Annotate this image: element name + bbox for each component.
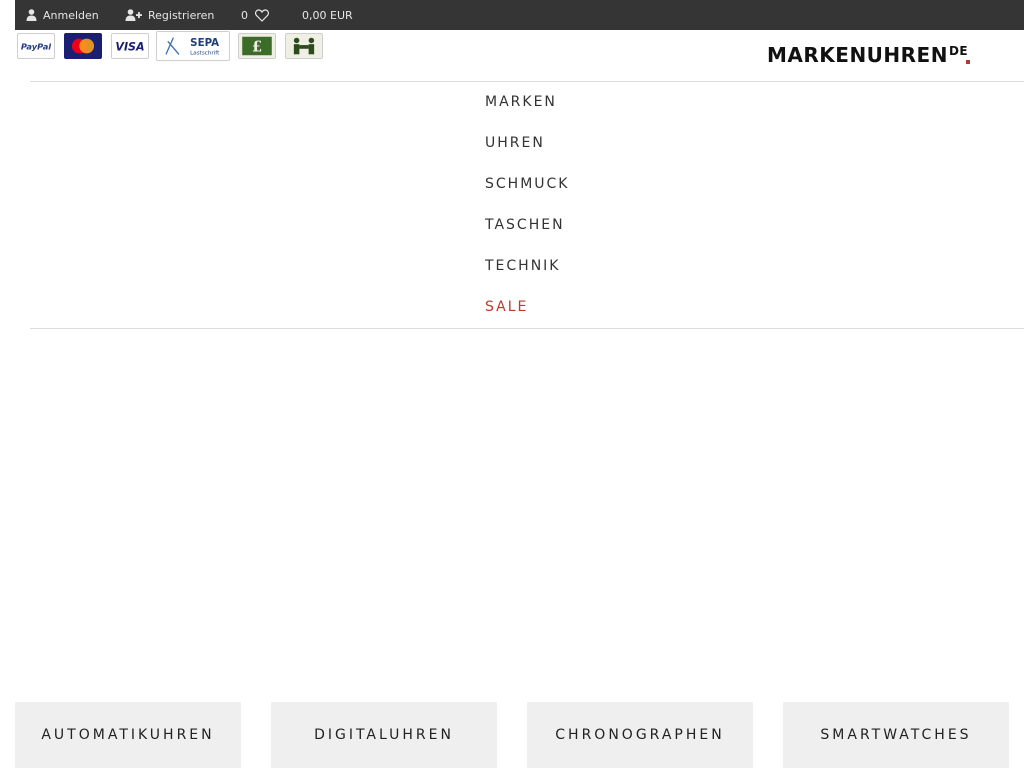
heart-icon xyxy=(255,8,269,22)
paypal-badge: PayPal xyxy=(17,33,55,59)
register-link[interactable]: Registrieren xyxy=(125,0,214,30)
main-menu: MARKEN UHREN SCHMUCK TASCHEN TECHNIK SAL… xyxy=(485,82,569,328)
menu-item-taschen[interactable]: TASCHEN xyxy=(485,205,569,246)
user-icon xyxy=(26,9,37,21)
user-plus-icon xyxy=(125,9,142,21)
category-tile-automatikuhren[interactable]: AUTOMATIKUHREN xyxy=(15,702,241,768)
sepa-label: SEPA xyxy=(190,37,219,49)
wishlist-link[interactable]: 0 xyxy=(241,0,269,30)
register-label: Registrieren xyxy=(148,8,215,22)
menu-item-technik[interactable]: TECHNIK xyxy=(485,246,569,287)
menu-item-marken[interactable]: MARKEN xyxy=(485,82,569,123)
top-bar: Anmelden Registrieren 0 0,00 EUR xyxy=(15,0,1024,30)
wishlist-count: 0 xyxy=(241,8,248,22)
category-tile-chronographen[interactable]: CHRONOGRAPHEN xyxy=(527,702,753,768)
cart-total[interactable]: 0,00 EUR xyxy=(302,0,353,30)
visa-label: VISA xyxy=(115,41,144,54)
svg-text:£: £ xyxy=(252,39,262,56)
sepa-badge: SEPA Lastschrift xyxy=(156,31,230,61)
logo-dot xyxy=(966,60,971,64)
cart-total-label: 0,00 EUR xyxy=(302,8,353,22)
menu-item-sale[interactable]: SALE xyxy=(485,287,569,328)
pickup-badge xyxy=(285,33,323,59)
cash-badge: £ xyxy=(238,33,276,59)
category-tile-smartwatches[interactable]: SMARTWATCHES xyxy=(783,702,1009,768)
sepa-sub: Lastschrift xyxy=(190,50,220,56)
visa-badge: VISA xyxy=(111,33,149,59)
login-label: Anmelden xyxy=(43,8,99,22)
category-tile-digitaluhren[interactable]: DIGITALUHREN xyxy=(271,702,497,768)
logo-tld: DE xyxy=(948,44,969,58)
paypal-label: PayPal xyxy=(21,42,51,52)
logo-text: MARKENUHREN xyxy=(767,43,948,67)
nav-divider-bottom xyxy=(30,328,1024,329)
mastercard-badge xyxy=(64,33,102,59)
site-logo[interactable]: MARKENUHRENDE xyxy=(767,42,971,68)
menu-item-schmuck[interactable]: SCHMUCK xyxy=(485,164,569,205)
login-link[interactable]: Anmelden xyxy=(26,0,99,30)
menu-item-uhren[interactable]: UHREN xyxy=(485,123,569,164)
